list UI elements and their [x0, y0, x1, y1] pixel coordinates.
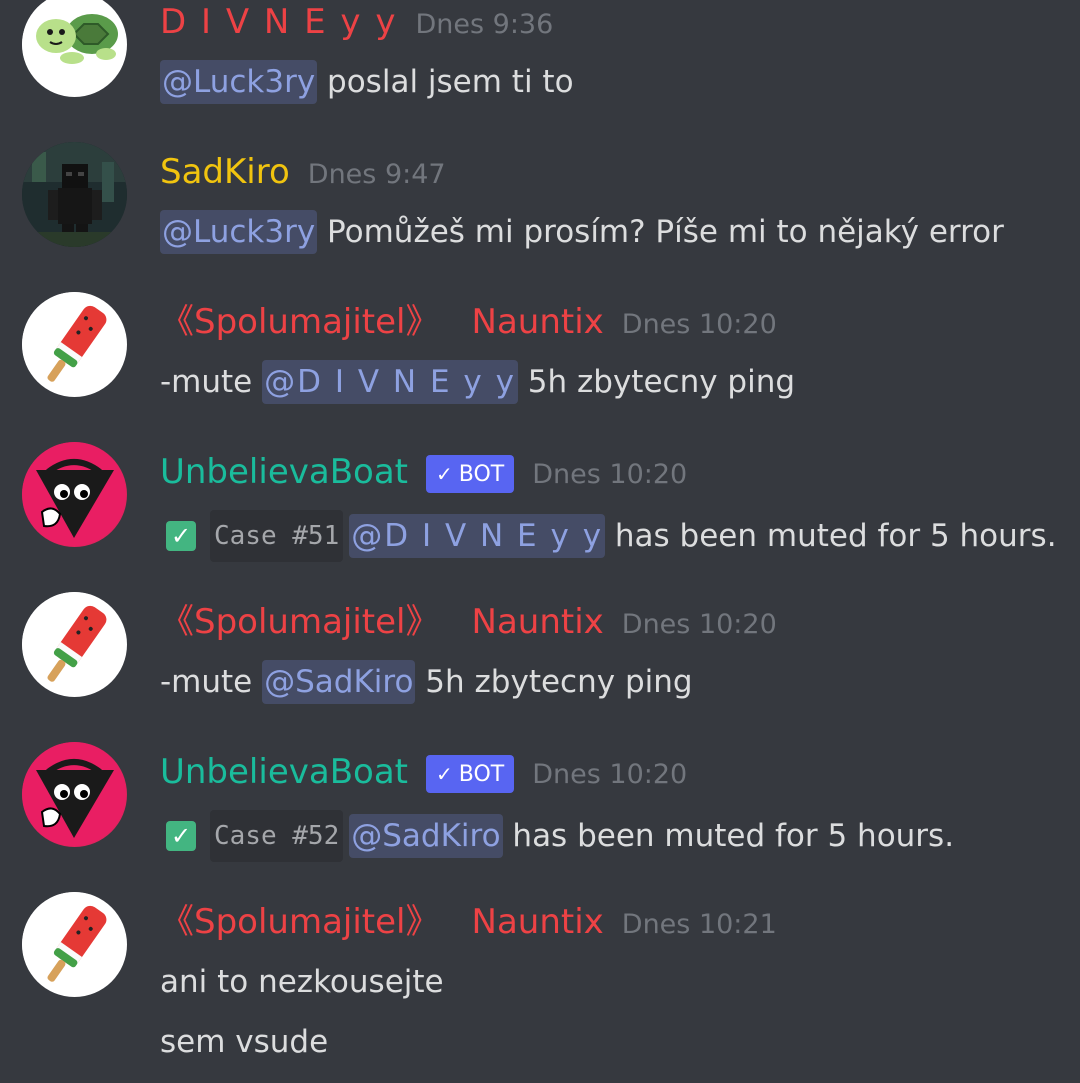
username[interactable]: Nauntix: [472, 602, 604, 642]
white-check-mark-icon: ✓: [166, 821, 196, 851]
timestamp: Dnes 10:20: [532, 759, 688, 790]
username[interactable]: UnbelievaBoat: [160, 752, 408, 792]
checkmark-icon: ✓: [436, 762, 453, 786]
message-content: @Luck3ry Pomůžeš mi prosím? Píše mi to n…: [160, 210, 1004, 254]
message-line: sem vsude: [160, 1024, 329, 1060]
message-text: 5h zbytecny ping: [415, 664, 693, 700]
message-content: -mute @D I V N E y y 5h zbytecny ping: [160, 360, 795, 404]
popsicle-avatar-icon[interactable]: [22, 892, 127, 997]
timestamp: Dnes 9:47: [307, 159, 446, 190]
user-mention[interactable]: @SadKiro: [262, 660, 416, 704]
case-code: Case #51: [210, 510, 344, 562]
message-content: -mute @SadKiro 5h zbytecny ping: [160, 660, 693, 704]
turtle-avatar-icon[interactable]: [22, 0, 127, 97]
message-line: ani to nezkousejte: [160, 964, 444, 1000]
username[interactable]: Nauntix: [472, 902, 604, 942]
message-content: ✓ Case #51 @D I V N E y y has been muted…: [160, 510, 1057, 562]
message-text: has been muted for 5 hours.: [502, 818, 955, 854]
unbelievaboat-avatar-icon[interactable]: [22, 742, 127, 847]
user-mention[interactable]: @Luck3ry: [160, 210, 318, 254]
role-prefix: 《Spolumajitel》: [160, 902, 440, 942]
timestamp: Dnes 10:20: [621, 309, 777, 340]
message-content: @Luck3ry poslal jsem ti to: [160, 60, 574, 104]
bot-badge-label: BOT: [458, 461, 505, 487]
message-text: 5h zbytecny ping: [517, 364, 796, 400]
command-text: -mute: [160, 364, 263, 400]
message-content: ✓ Case #52 @SadKiro has been muted for 5…: [160, 810, 954, 862]
user-mention[interactable]: @D I V N E y y: [349, 514, 606, 558]
username[interactable]: UnbelievaBoat: [160, 452, 408, 492]
username[interactable]: SadKiro: [160, 152, 290, 192]
role-prefix: 《Spolumajitel》: [160, 302, 440, 342]
message-text: has been muted for 5 hours.: [605, 518, 1057, 554]
popsicle-avatar-icon[interactable]: [22, 592, 127, 697]
command-text: -mute: [160, 664, 263, 700]
timestamp: Dnes 10:20: [621, 609, 777, 640]
white-check-mark-icon: ✓: [166, 521, 196, 551]
user-mention[interactable]: @SadKiro: [349, 814, 503, 858]
unbelievaboat-avatar-icon[interactable]: [22, 442, 127, 547]
minecraft-skin-avatar-icon[interactable]: [22, 142, 127, 247]
role-prefix: 《Spolumajitel》: [160, 602, 440, 642]
username[interactable]: D I V N E y y: [160, 2, 397, 42]
bot-badge: ✓ BOT: [426, 455, 515, 493]
user-mention[interactable]: @D I V N E y y: [262, 360, 518, 404]
username[interactable]: Nauntix: [472, 302, 604, 342]
timestamp: Dnes 10:20: [532, 459, 688, 490]
checkmark-icon: ✓: [436, 462, 453, 486]
bot-badge: ✓ BOT: [426, 755, 515, 793]
bot-badge-label: BOT: [458, 761, 505, 787]
timestamp: Dnes 10:21: [621, 909, 777, 940]
popsicle-avatar-icon[interactable]: [22, 292, 127, 397]
message-text: poslal jsem ti to: [317, 64, 574, 100]
message-text: Pomůžeš mi prosím? Píše mi to nějaký err…: [317, 214, 1004, 250]
case-code: Case #52: [210, 810, 344, 862]
user-mention[interactable]: @Luck3ry: [160, 60, 318, 104]
timestamp: Dnes 9:36: [415, 9, 554, 40]
